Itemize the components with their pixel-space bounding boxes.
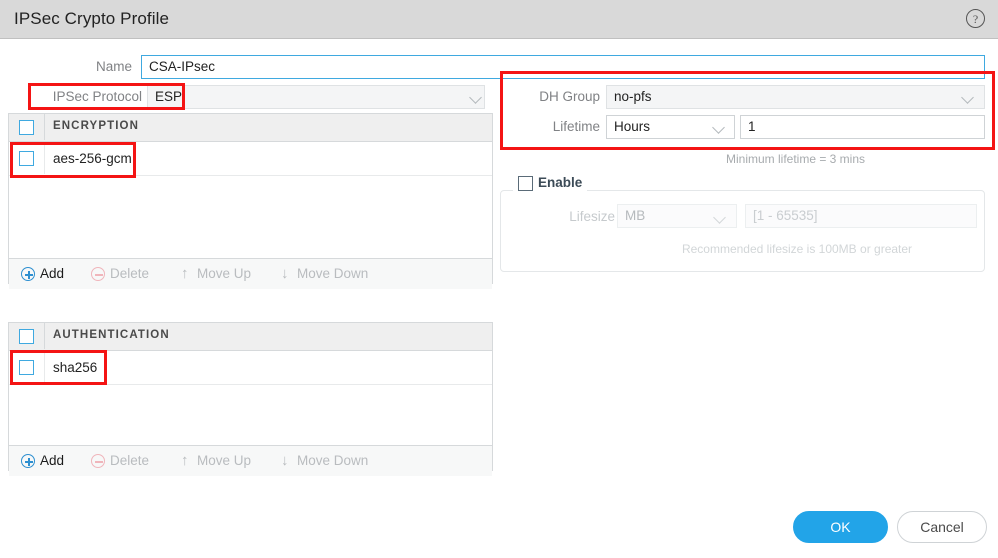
authentication-delete-button[interactable]: Delete — [91, 453, 149, 468]
encryption-move-up-button[interactable]: ↑ Move Up — [181, 265, 252, 282]
lifesize-enable-legend[interactable]: Enable — [513, 175, 588, 193]
authentication-list-toolbar: Add Delete ↑ Move Up ↓ Move Down — [9, 445, 492, 476]
encryption-header-checkbox-cell — [9, 114, 45, 140]
authentication-delete-label: Delete — [110, 453, 150, 468]
page-title: IPSec Crypto Profile — [14, 9, 170, 28]
help-icon[interactable]: ? — [966, 9, 985, 28]
encryption-list-toolbar: Add Delete ↑ Move Up ↓ Move Down — [9, 258, 492, 289]
arrow-up-icon: ↑ — [181, 452, 189, 469]
arrow-down-icon: ↓ — [281, 265, 289, 282]
lifesize-enable-checkbox[interactable] — [518, 176, 533, 191]
arrow-up-icon: ↑ — [181, 265, 189, 282]
authentication-move-down-button[interactable]: ↓ Move Down — [281, 452, 369, 469]
encryption-list-body: aes-256-gcm — [9, 142, 492, 258]
authentication-move-up-button[interactable]: ↑ Move Up — [181, 452, 252, 469]
cancel-button[interactable]: Cancel — [897, 511, 987, 543]
encryption-delete-button[interactable]: Delete — [91, 266, 149, 281]
authentication-list-header: AUTHENTICATION — [9, 323, 492, 351]
arrow-down-icon: ↓ — [281, 452, 289, 469]
plus-circle-icon — [21, 454, 35, 468]
name-label: Name — [95, 59, 132, 74]
authentication-list-body: sha256 — [9, 351, 492, 445]
encryption-list-header: ENCRYPTION — [9, 114, 492, 142]
minus-circle-icon — [91, 454, 105, 468]
authentication-header-checkbox-cell — [9, 323, 45, 349]
minimum-lifetime-hint: Minimum lifetime = 3 mins — [725, 152, 866, 166]
encryption-add-label: Add — [40, 266, 65, 281]
lifetime-unit-select[interactable]: Hours — [606, 115, 735, 139]
minus-circle-icon — [91, 267, 105, 281]
ipsec-protocol-select[interactable]: ESP — [147, 85, 485, 109]
authentication-add-label: Add — [40, 453, 65, 468]
encryption-delete-label: Delete — [110, 266, 150, 281]
authentication-add-button[interactable]: Add — [21, 453, 64, 468]
ok-button[interactable]: OK — [793, 511, 888, 543]
authentication-select-all-checkbox[interactable] — [19, 329, 34, 344]
authentication-row-value: sha256 — [53, 360, 98, 375]
encryption-row-checkbox[interactable] — [19, 151, 34, 166]
dh-group-label: DH Group — [539, 89, 600, 104]
encryption-move-down-button[interactable]: ↓ Move Down — [281, 265, 369, 282]
ipsec-protocol-label: IPSec Protocol — [52, 89, 142, 104]
encryption-column-header: ENCRYPTION — [53, 120, 139, 132]
lifetime-value-input[interactable]: 1 — [740, 115, 985, 139]
lifesize-enable-label: Enable — [538, 175, 583, 190]
encryption-move-up-label: Move Up — [197, 266, 252, 281]
table-row[interactable]: sha256 — [9, 351, 492, 385]
plus-circle-icon — [21, 267, 35, 281]
dh-group-select[interactable]: no-pfs — [606, 85, 985, 109]
ipsec-protocol-value: ESP — [155, 89, 183, 104]
name-input[interactable]: CSA-IPsec — [141, 55, 985, 79]
lifesize-label: Lifesize — [569, 209, 615, 224]
lifetime-label: Lifetime — [552, 119, 600, 134]
dialog-title-bar: IPSec Crypto Profile ? — [0, 0, 998, 39]
authentication-column-header: AUTHENTICATION — [53, 329, 170, 341]
authentication-move-up-label: Move Up — [197, 453, 252, 468]
lifesize-value-input[interactable]: [1 - 65535] — [745, 204, 977, 228]
authentication-row-checkbox[interactable] — [19, 360, 34, 375]
encryption-add-button[interactable]: Add — [21, 266, 64, 281]
table-row[interactable]: aes-256-gcm — [9, 142, 492, 176]
encryption-row-value: aes-256-gcm — [53, 151, 132, 166]
lifesize-fieldset — [500, 190, 985, 272]
lifesize-unit-select[interactable]: MB — [617, 204, 737, 228]
encryption-row-checkbox-cell — [9, 142, 45, 174]
recommended-lifesize-hint: Recommended lifesize is 100MB or greater — [681, 242, 913, 256]
authentication-row-checkbox-cell — [9, 351, 45, 383]
encryption-move-down-label: Move Down — [297, 266, 369, 281]
encryption-select-all-checkbox[interactable] — [19, 120, 34, 135]
encryption-list-panel: ENCRYPTION aes-256-gcm Add Delete ↑ Move… — [8, 113, 493, 289]
authentication-move-down-label: Move Down — [297, 453, 369, 468]
authentication-list-panel: AUTHENTICATION sha256 Add Delete ↑ Move … — [8, 322, 493, 476]
